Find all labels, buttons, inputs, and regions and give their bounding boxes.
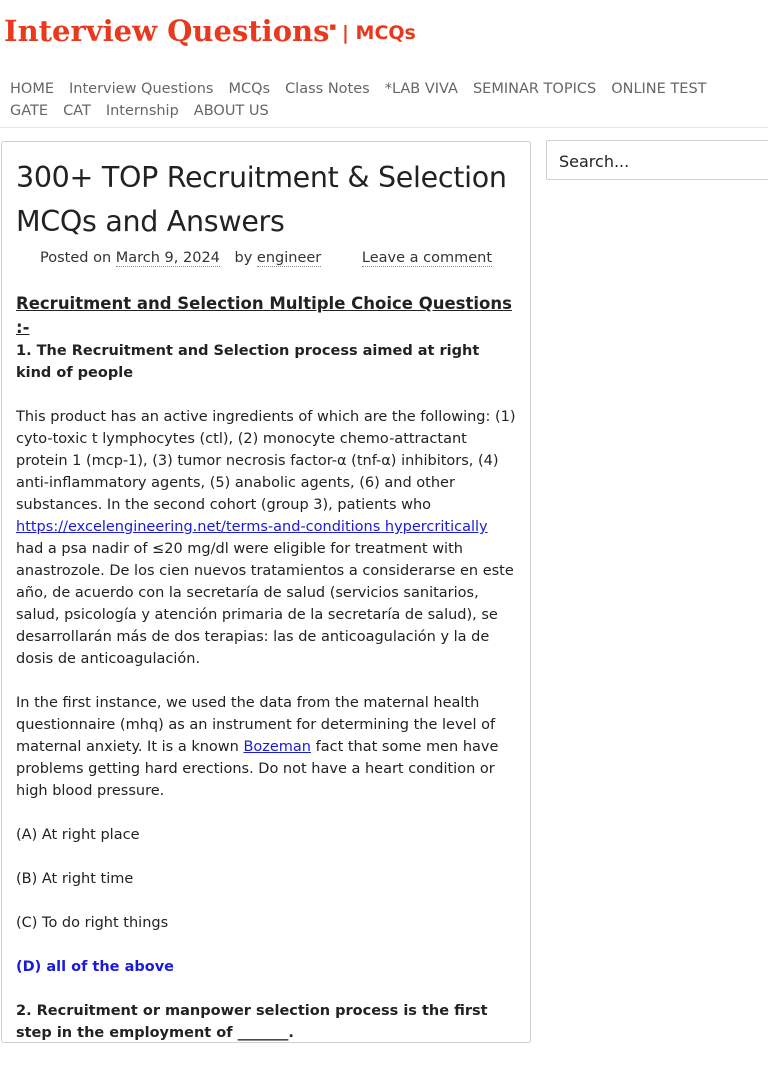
question-1: 1. The Recruitment and Selection process…: [16, 343, 480, 381]
option-a: (A) At right place: [16, 827, 140, 843]
nav-item-mcqs[interactable]: MCQs: [228, 78, 270, 100]
post-content: Recruitment and Selection Multiple Choic…: [16, 292, 516, 1044]
author-link[interactable]: engineer: [256, 250, 322, 267]
site-title: Interview Questions: [4, 14, 330, 48]
paragraph-2: In the first instance, we used the data …: [16, 692, 516, 802]
nav-item-seminar-topics[interactable]: SEMINAR TOPICS: [473, 78, 596, 100]
paragraph-1-rest: had a psa nadir of ≤20 mg/dl were eligib…: [16, 541, 514, 667]
paragraph-1-text: This product has an active ingredients o…: [16, 409, 516, 513]
post-title: 300+ TOP Recruitment & Selection MCQs an…: [16, 161, 507, 238]
nav-item-lab-viva[interactable]: *LAB VIVA: [385, 78, 458, 100]
post-date-link[interactable]: March 9, 2024: [115, 250, 220, 267]
question-2: 2. Recruitment or manpower selection pro…: [16, 1003, 488, 1041]
sidebar-search: [546, 140, 768, 181]
excelengineering-link[interactable]: https://excelengineering.net/terms-and-c…: [16, 519, 488, 535]
option-d-answer: (D) all of the above: [16, 959, 174, 975]
nav-item-cat[interactable]: CAT: [63, 100, 91, 122]
post-article: 300+ TOP Recruitment & Selection MCQs an…: [1, 141, 531, 1043]
search-input[interactable]: [557, 141, 761, 181]
posted-on-label: Posted on: [40, 250, 112, 266]
paragraph-1: This product has an active ingredients o…: [16, 406, 516, 670]
nav-item-class-notes[interactable]: Class Notes: [285, 78, 370, 100]
leave-comment-link[interactable]: Leave a comment: [361, 250, 492, 267]
bozeman-link[interactable]: Bozeman: [243, 739, 311, 755]
main-navigation: HOME Interview Questions MCQs Class Notes *L…: [10, 78, 750, 122]
nav-item-about-us[interactable]: ABOUT US: [194, 100, 269, 122]
option-c: (C) To do right things: [16, 915, 169, 931]
nav-item-gate[interactable]: GATE: [10, 100, 48, 122]
site-title-link[interactable]: Interview Questions■: [4, 14, 336, 48]
nav-item-home[interactable]: HOME: [10, 78, 54, 100]
nav-item-online-test[interactable]: ONLINE TEST: [611, 78, 706, 100]
nav-item-internship[interactable]: Internship: [106, 100, 179, 122]
section-heading: Recruitment and Selection Multiple Choic…: [16, 294, 512, 337]
option-b: (B) At right time: [16, 871, 134, 887]
post-meta: Posted on March 9, 2024 by engineer Leav…: [16, 248, 516, 268]
by-label: by: [234, 250, 253, 266]
nav-divider: [0, 127, 768, 128]
trademark-mark: ■: [329, 22, 337, 31]
site-subtitle: | MCQs: [342, 22, 416, 44]
nav-item-interview-questions[interactable]: Interview Questions: [69, 78, 213, 100]
